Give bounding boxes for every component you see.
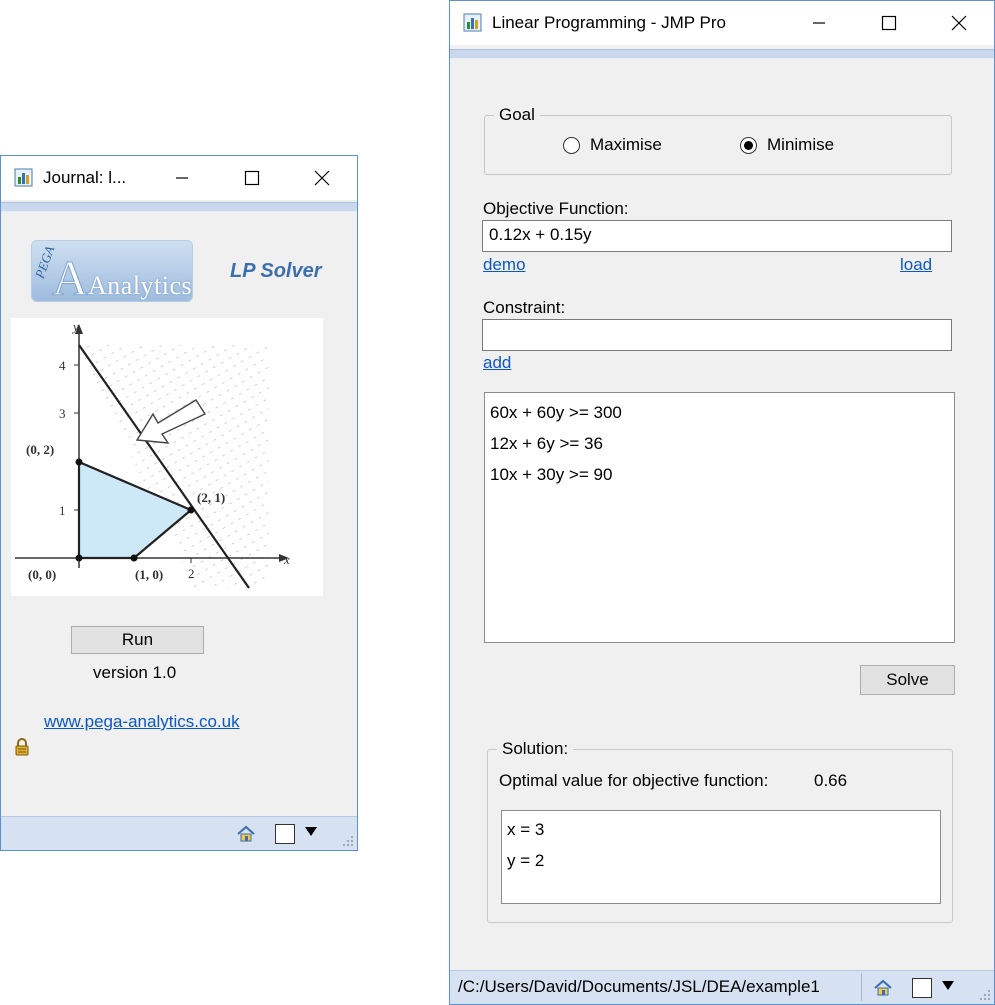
home-icon[interactable]	[873, 978, 893, 998]
demo-link[interactable]: demo	[483, 255, 526, 275]
radio-selected-dot	[744, 140, 753, 150]
pega-logo-mark: PEGA A	[32, 244, 89, 303]
minimize-icon	[176, 177, 188, 179]
maximise-radio-circle	[563, 136, 580, 154]
vertex-0-2	[75, 458, 83, 466]
label-0-2: (0, 2)	[26, 442, 54, 457]
list-item[interactable]: 60x + 60y >= 300	[485, 397, 954, 428]
lp-window: Linear Programming - JMP Pro Goal Maximi…	[449, 0, 995, 1005]
x-tick-2: 2	[188, 566, 195, 581]
objective-input[interactable]: 0.12x + 0.15y	[482, 220, 952, 252]
y-tick-4: 4	[59, 358, 66, 373]
journal-status-bar	[1, 816, 357, 850]
feasible-region-graph: y x 4 3 1 2 (0, 2) (2, 1) (0, 0) (1, 0)	[11, 318, 323, 596]
list-item[interactable]: 12x + 6y >= 36	[485, 428, 954, 459]
journal-window: Journal: l... PEGA A Analytics LP Solver	[0, 155, 358, 851]
maximize-button[interactable]	[854, 1, 924, 45]
version-label: version 1.0	[93, 663, 177, 682]
constraint-label: Constraint:	[483, 298, 566, 317]
maximize-icon	[881, 15, 897, 31]
add-link[interactable]: add	[483, 353, 511, 373]
vertex-1-0	[130, 554, 138, 562]
maximise-label: Maximise	[590, 135, 662, 154]
dropdown-arrow-icon[interactable]	[304, 826, 318, 838]
status-divider	[861, 973, 862, 1001]
journal-window-title: Journal: l...	[43, 168, 127, 187]
list-item[interactable]: x = 3	[502, 814, 940, 845]
pega-analytics-logo: PEGA A Analytics	[31, 240, 193, 303]
close-icon	[951, 15, 967, 31]
lp-header-band	[450, 49, 994, 59]
maximize-button[interactable]	[217, 156, 287, 200]
jmp-app-icon	[463, 13, 482, 32]
minimize-button[interactable]	[147, 156, 217, 200]
lock-icon	[15, 738, 29, 756]
y-axis-label: y	[71, 319, 79, 334]
label-1-0: (1, 0)	[135, 567, 163, 582]
status-path: /C:/Users/David/Documents/JSL/DEA/exampl…	[458, 977, 820, 996]
product-name: LP Solver	[230, 260, 322, 282]
close-button[interactable]	[924, 1, 994, 45]
dropdown-arrow-icon[interactable]	[941, 980, 955, 992]
solve-button[interactable]: Solve	[860, 665, 955, 695]
jmp-app-icon	[14, 168, 33, 187]
list-item[interactable]: 10x + 30y >= 90	[485, 459, 954, 490]
y-tick-3: 3	[59, 406, 66, 421]
y-tick-1: 1	[59, 503, 66, 518]
website-link[interactable]: www.pega-analytics.co.uk	[44, 712, 240, 732]
journal-titlebar: Journal: l...	[1, 156, 357, 200]
home-icon[interactable]	[236, 824, 256, 844]
minimize-icon	[813, 22, 825, 24]
window-toggle-icon[interactable]	[911, 977, 933, 999]
minimise-radio-circle	[740, 136, 757, 154]
label-2-1: (2, 1)	[197, 490, 225, 505]
constraint-input[interactable]	[482, 319, 952, 351]
minimise-radio[interactable]: Minimise	[740, 135, 834, 155]
close-icon	[314, 170, 330, 186]
solution-legend: Solution:	[497, 739, 574, 759]
window-toggle-icon[interactable]	[274, 823, 296, 845]
solution-group: Solution: Optimal value for objective fu…	[487, 739, 953, 923]
objective-label: Objective Function:	[483, 199, 629, 218]
vertex-2-1	[187, 506, 195, 514]
minimise-label: Minimise	[767, 135, 835, 154]
lp-status-bar: /C:/Users/David/Documents/JSL/DEA/exampl…	[450, 970, 994, 1004]
journal-header-band	[1, 202, 357, 212]
list-item[interactable]: y = 2	[502, 845, 940, 876]
goal-group: Goal Maximise Minimise	[484, 105, 952, 175]
label-0-0: (0, 0)	[28, 567, 56, 582]
solution-list[interactable]: x = 3 y = 2	[501, 810, 941, 904]
x-axis-label: x	[283, 552, 290, 567]
resize-grip-icon[interactable]	[978, 988, 992, 1002]
run-button[interactable]: Run	[71, 626, 204, 654]
close-button[interactable]	[287, 156, 357, 200]
svg-text:A: A	[52, 250, 88, 303]
lp-titlebar: Linear Programming - JMP Pro	[450, 1, 994, 45]
load-link[interactable]: load	[900, 255, 932, 275]
maximise-radio[interactable]: Maximise	[563, 135, 662, 155]
constraints-list[interactable]: 60x + 60y >= 300 12x + 6y >= 36 10x + 30…	[484, 392, 955, 643]
optimal-value: 0.66	[814, 771, 848, 790]
lp-window-title: Linear Programming - JMP Pro	[492, 13, 726, 32]
maximize-icon	[244, 170, 260, 186]
logo-text: Analytics	[88, 271, 193, 300]
goal-legend: Goal	[494, 105, 540, 125]
vertex-0-0	[75, 554, 83, 562]
resize-grip-icon[interactable]	[341, 834, 355, 848]
minimize-button[interactable]	[784, 1, 854, 45]
optimal-value-label: Optimal value for objective function:	[499, 771, 769, 790]
